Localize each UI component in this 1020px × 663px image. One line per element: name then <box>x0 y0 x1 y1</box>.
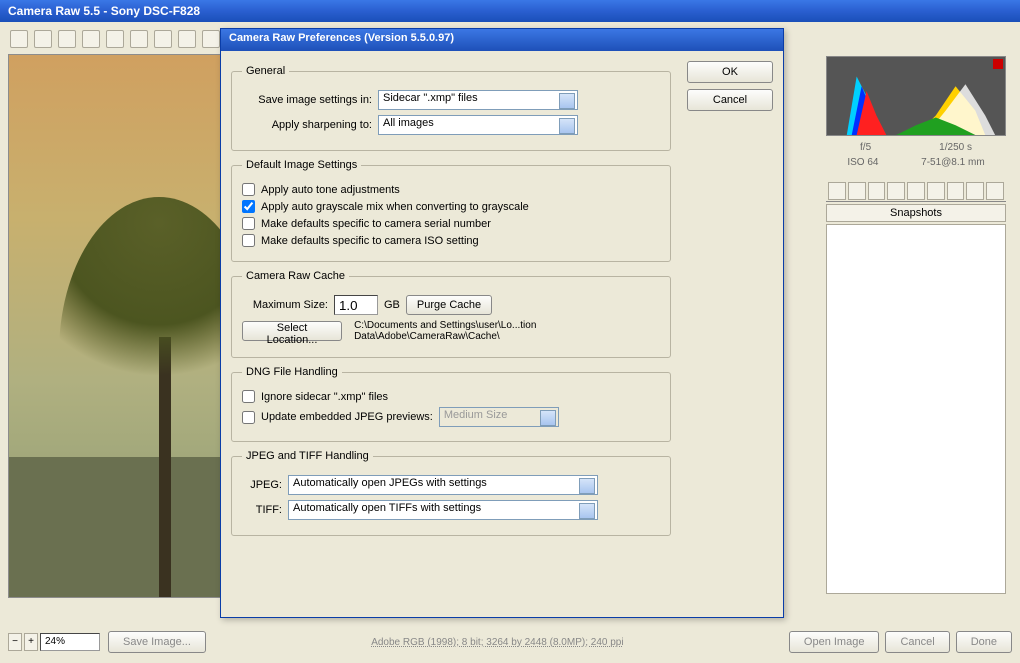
tab-calib-icon[interactable] <box>947 182 965 200</box>
defaults-group: Default Image Settings Apply auto tone a… <box>231 159 671 262</box>
update-previews-checkbox[interactable] <box>242 411 255 424</box>
tiff-label: TIFF: <box>242 504 282 516</box>
tab-basic-icon[interactable] <box>828 182 846 200</box>
dng-legend: DNG File Handling <box>242 366 342 378</box>
general-group: General Save image settings in: Sidecar … <box>231 65 671 151</box>
dialog-title: Camera Raw Preferences (Version 5.5.0.97… <box>221 29 783 51</box>
focal: 7-51@8.1 mm <box>921 157 985 168</box>
save-image-button[interactable]: Save Image... <box>108 631 206 653</box>
crop-icon[interactable] <box>106 30 124 48</box>
tab-split-icon[interactable] <box>907 182 925 200</box>
iso-checkbox[interactable] <box>242 234 255 247</box>
jpeg-tiff-group: JPEG and TIFF Handling JPEG: Automatical… <box>231 450 671 536</box>
tab-preset-icon[interactable] <box>966 182 984 200</box>
clipping-warning-icon[interactable] <box>993 59 1003 69</box>
serial-checkbox[interactable] <box>242 217 255 230</box>
retouch-icon[interactable] <box>154 30 172 48</box>
histogram <box>826 56 1006 136</box>
jpeg-tiff-legend: JPEG and TIFF Handling <box>242 450 373 462</box>
tab-detail-icon[interactable] <box>868 182 886 200</box>
cache-group: Camera Raw Cache Maximum Size: GB Purge … <box>231 270 671 358</box>
snapshot-list[interactable] <box>826 224 1006 594</box>
sharpening-select[interactable]: All images <box>378 115 578 135</box>
panel-tabs <box>826 180 1006 202</box>
auto-gray-checkbox[interactable] <box>242 200 255 213</box>
iso-label: Make defaults specific to camera ISO set… <box>261 235 479 247</box>
purge-cache-button[interactable]: Purge Cache <box>406 295 492 315</box>
open-image-button[interactable]: Open Image <box>789 631 880 653</box>
f-number: f/5 <box>860 142 871 153</box>
tab-lens-icon[interactable] <box>927 182 945 200</box>
defaults-legend: Default Image Settings <box>242 159 361 171</box>
max-size-label: Maximum Size: <box>242 299 328 311</box>
iso: ISO 64 <box>847 157 878 168</box>
general-legend: General <box>242 65 289 77</box>
auto-gray-label: Apply auto grayscale mix when converting… <box>261 201 529 213</box>
select-location-button[interactable]: Select Location... <box>242 321 342 341</box>
cache-path: C:\Documents and Settings\user\Lo...tion… <box>354 320 660 342</box>
max-size-input[interactable] <box>334 295 378 315</box>
workflow-link[interactable]: Adobe RGB (1998); 8 bit; 3264 by 2448 (8… <box>206 637 789 648</box>
tab-curve-icon[interactable] <box>848 182 866 200</box>
prefs-icon[interactable] <box>202 30 220 48</box>
jpeg-label: JPEG: <box>242 479 282 491</box>
zoom-tool-icon[interactable] <box>10 30 28 48</box>
zoom-out-button[interactable]: − <box>8 633 22 651</box>
eyedropper-icon[interactable] <box>58 30 76 48</box>
panel-header: Snapshots <box>826 204 1006 222</box>
gb-label: GB <box>384 299 400 311</box>
auto-tone-checkbox[interactable] <box>242 183 255 196</box>
update-previews-label: Update embedded JPEG previews: <box>261 411 433 423</box>
shutter: 1/250 s <box>939 142 972 153</box>
preview-size-select: Medium Size <box>439 407 559 427</box>
straighten-icon[interactable] <box>130 30 148 48</box>
sampler-icon[interactable] <box>82 30 100 48</box>
tab-snapshot-icon[interactable] <box>986 182 1004 200</box>
ignore-xmp-checkbox[interactable] <box>242 390 255 403</box>
tab-hsl-icon[interactable] <box>887 182 905 200</box>
exif-row2: ISO 64 7-51@8.1 mm <box>826 157 1006 168</box>
zoom-in-button[interactable]: + <box>24 633 38 651</box>
dialog-cancel-button[interactable]: Cancel <box>687 89 773 111</box>
save-settings-select[interactable]: Sidecar ".xmp" files <box>378 90 578 110</box>
redeye-icon[interactable] <box>178 30 196 48</box>
serial-label: Make defaults specific to camera serial … <box>261 218 491 230</box>
auto-tone-label: Apply auto tone adjustments <box>261 184 400 196</box>
save-settings-label: Save image settings in: <box>242 94 372 106</box>
sharpening-label: Apply sharpening to: <box>242 119 372 131</box>
ignore-xmp-label: Ignore sidecar ".xmp" files <box>261 391 388 403</box>
cancel-button[interactable]: Cancel <box>885 631 949 653</box>
preferences-dialog: Camera Raw Preferences (Version 5.5.0.97… <box>220 28 784 618</box>
ok-button[interactable]: OK <box>687 61 773 83</box>
zoom-select[interactable]: 24% <box>40 633 100 651</box>
exif-row1: f/5 1/250 s <box>826 142 1006 153</box>
window-title: Camera Raw 5.5 - Sony DSC-F828 <box>0 0 1020 22</box>
cache-legend: Camera Raw Cache <box>242 270 349 282</box>
dng-group: DNG File Handling Ignore sidecar ".xmp" … <box>231 366 671 442</box>
jpeg-select[interactable]: Automatically open JPEGs with settings <box>288 475 598 495</box>
done-button[interactable]: Done <box>956 631 1012 653</box>
hand-tool-icon[interactable] <box>34 30 52 48</box>
tiff-select[interactable]: Automatically open TIFFs with settings <box>288 500 598 520</box>
